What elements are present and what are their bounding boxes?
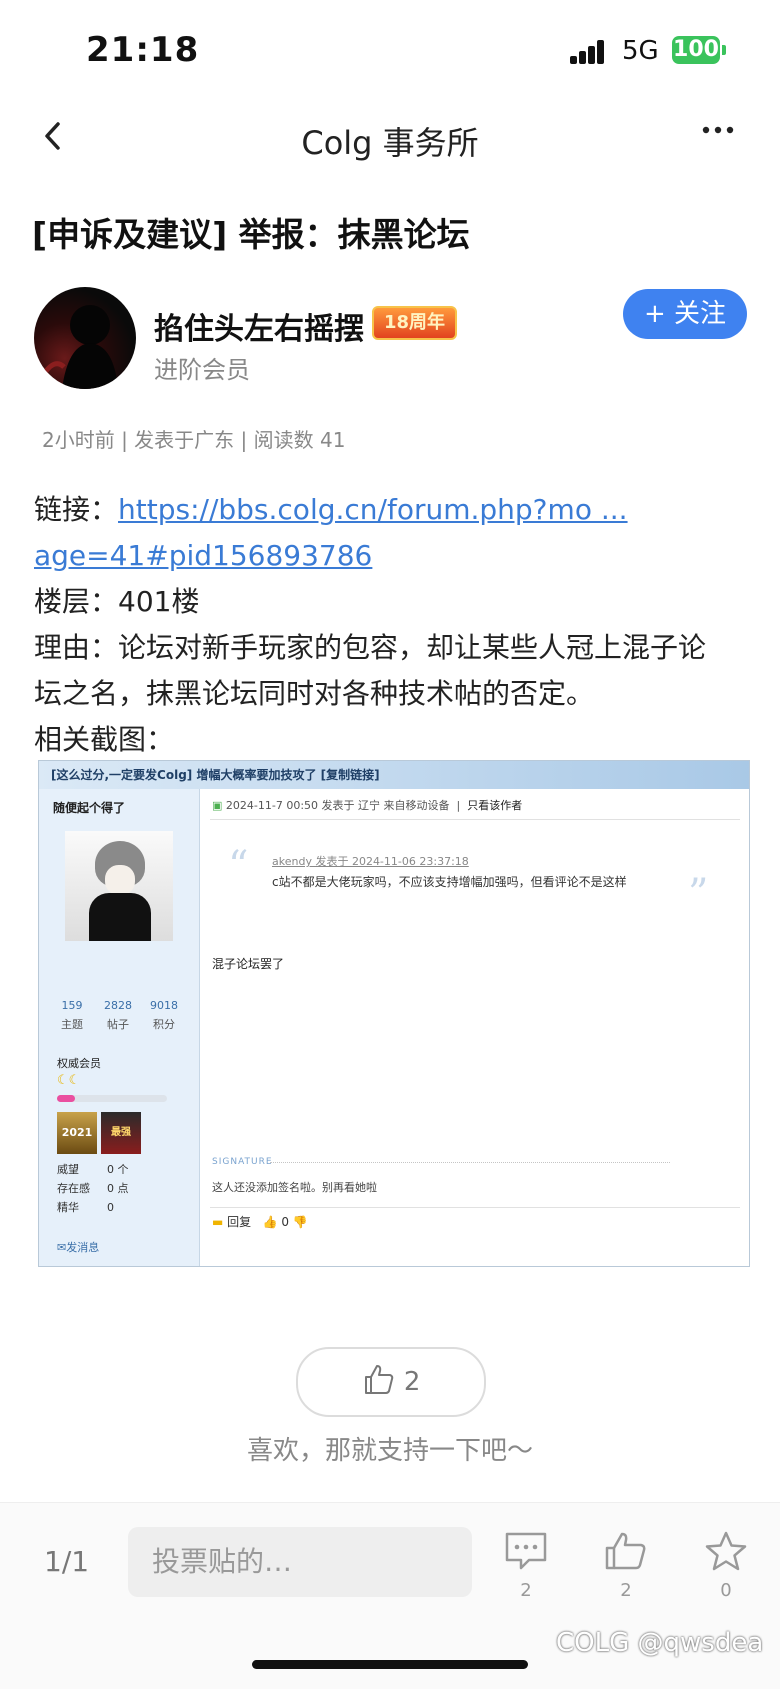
- thumbs-up-icon: [364, 1365, 393, 1394]
- author-level: 进阶会员: [154, 356, 250, 384]
- post-meta: 2小时前 | 发表于广东 | 阅读数 41: [42, 428, 346, 452]
- floor-text: 楼层：401楼: [34, 585, 200, 618]
- author-name[interactable]: 掐住头左右摇摆: [154, 304, 364, 348]
- post-link-continued[interactable]: age=41#pid156893786: [34, 539, 372, 572]
- shot-header: [这么过分,一定要发Colg] 增幅大概率要加技攻了 [复制链接]: [39, 761, 749, 789]
- favorite-button[interactable]: 0: [696, 1530, 756, 1601]
- nav-title: Colg 事务所: [301, 124, 479, 162]
- shot-signature-label: SIGNATURE: [212, 1157, 273, 1167]
- shot-sidebar: 随便起个得了 159 主题 2828 帖子 9018 积分 权威会员 ☾☾ 2021 …: [39, 789, 200, 1266]
- page-indicator[interactable]: 1/1: [44, 1545, 89, 1578]
- shot-post-info: ▣ 2024-11-7 00:50 发表于 辽宁 来自移动设备 | 只看该作者: [212, 799, 523, 812]
- medal-icon: 2021: [57, 1112, 97, 1154]
- home-indicator[interactable]: [252, 1660, 528, 1669]
- shot-send-message: ✉发消息: [57, 1241, 100, 1254]
- shot-actions: ▬ 回复 👍 0 👎: [212, 1215, 308, 1229]
- shot-signature: 这人还没添加签名啦。别再看她啦: [212, 1181, 377, 1194]
- anniversary-badge: 18周年: [372, 306, 458, 340]
- battery-tip: [722, 45, 726, 55]
- link-line-2: age=41#pid156893786: [34, 533, 754, 579]
- chevron-left-icon[interactable]: [36, 118, 72, 154]
- shot-stat-points: 9018 积分: [150, 999, 178, 1031]
- follow-button[interactable]: + 关注: [623, 289, 747, 339]
- shot-stat-topics: 159 主题: [61, 999, 83, 1031]
- thumbs-up-icon: [605, 1532, 646, 1570]
- like-hint: 喜欢，那就支持一下吧～: [246, 1436, 533, 1466]
- moon-icon: ☾☾: [57, 1073, 81, 1088]
- link-line: 链接：https://bbs.colg.cn/forum.php?mo ...: [34, 487, 754, 533]
- post-link[interactable]: https://bbs.colg.cn/forum.php?mo ...: [118, 493, 628, 526]
- comment-icon: [505, 1532, 547, 1570]
- reason-text-1: 理由：论坛对新手玩家的包容，却让某些人冠上混子论: [34, 631, 707, 664]
- shot-main: ▣ 2024-11-7 00:50 发表于 辽宁 来自移动设备 | 只看该作者 …: [200, 789, 749, 1266]
- link-label: 链接：: [34, 493, 119, 526]
- shot-level: 权威会员: [57, 1057, 101, 1070]
- embedded-screenshot[interactable]: [这么过分,一定要发Colg] 增幅大概率要加技攻了 [复制链接] 随便起个得了…: [38, 760, 750, 1267]
- favorite-count: 0: [720, 1580, 732, 1601]
- star-icon: [705, 1531, 747, 1571]
- shot-level-bar: [57, 1095, 167, 1102]
- shot-row: 威望 0 个: [57, 1163, 129, 1176]
- reply-input[interactable]: 投票贴的…: [128, 1527, 472, 1597]
- more-dots-icon[interactable]: [700, 112, 736, 157]
- bottom-like-count: 2: [620, 1580, 632, 1601]
- screenshot-label: 相关截图：: [34, 723, 175, 756]
- post-title: [申诉及建议] 举报：抹黑论坛: [32, 215, 470, 254]
- bottom-like-button[interactable]: 2: [596, 1530, 656, 1601]
- status-time: 21:18: [86, 30, 200, 70]
- like-count: 2: [403, 1367, 421, 1397]
- like-button[interactable]: 2: [296, 1347, 486, 1417]
- avatar[interactable]: [34, 287, 136, 389]
- comment-button[interactable]: 2: [496, 1530, 556, 1601]
- comment-count: 2: [520, 1580, 532, 1601]
- watermark: COLG @qwsdea: [556, 1628, 764, 1658]
- shot-quote-author: akendy 发表于 2024-11-06 23:37:18: [272, 855, 469, 868]
- shot-row: 存在感 0 点: [57, 1182, 129, 1195]
- shot-avatar: [65, 831, 173, 941]
- battery-icon: 100: [672, 36, 720, 64]
- reason-text-2: 坛之名，抹黑论坛同时对各种技术帖的否定。: [34, 677, 595, 710]
- shot-username: 随便起个得了: [53, 801, 126, 815]
- shot-quote-text: c站不都是大佬玩家吗，不应该支持增幅加强吗，但看评论不是这样: [272, 875, 627, 889]
- quote-close-icon: ”: [688, 871, 709, 917]
- shot-row: 精华 0: [57, 1201, 114, 1214]
- shot-reply-text: 混子论坛罢了: [212, 957, 285, 971]
- network-type: 5G: [622, 36, 659, 66]
- medal-icon-2: 最强: [101, 1112, 141, 1154]
- quote-open-icon: “: [228, 843, 249, 889]
- shot-stat-posts: 2828 帖子: [104, 999, 132, 1031]
- signal-icon: [570, 40, 612, 64]
